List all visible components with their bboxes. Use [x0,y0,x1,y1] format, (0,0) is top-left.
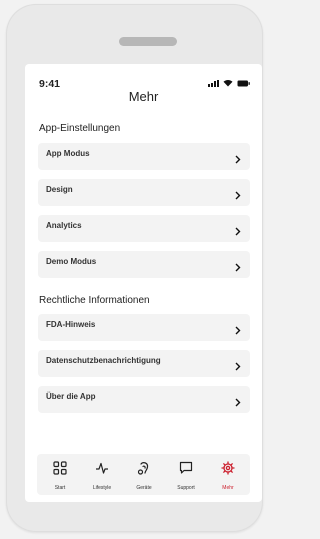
chevron-right-icon [235,151,241,169]
row-label: Datenschutzbenachrichtigung [46,356,161,365]
row-app-modus[interactable]: App Modus [38,143,250,170]
wifi-icon [223,79,233,87]
phone-speaker [119,37,177,46]
bottom-tab-bar: Start Lifestyle Geräte Support Mehr [37,454,250,495]
signal-icon [208,80,219,87]
tab-label: Lifestyle [92,485,112,491]
section-title-legal-info: Rechtliche Informationen [39,295,150,306]
row-ueber-die-app[interactable]: Über die App [38,386,250,413]
row-datenschutz[interactable]: Datenschutzbenachrichtigung [38,350,250,377]
hearing-aid-icon [137,462,149,475]
app-screen: 9:41 Mehr App-Einstellungen App Modus De… [25,64,262,502]
chat-icon [179,461,193,474]
status-icons [208,79,250,87]
chevron-right-icon [235,259,241,277]
status-bar: 9:41 [25,64,262,90]
tab-start[interactable]: Start [40,454,80,495]
activity-icon [96,462,108,474]
phone-frame: 9:41 Mehr App-Einstellungen App Modus De… [6,4,263,532]
page-title: Mehr [128,89,159,104]
row-design[interactable]: Design [38,179,250,206]
section-title-app-settings: App-Einstellungen [39,123,121,134]
chevron-right-icon [235,223,241,241]
row-label: Analytics [46,221,82,230]
row-demo-modus[interactable]: Demo Modus [38,251,250,278]
row-label: FDA-Hinweis [46,320,96,329]
tab-support[interactable]: Support [166,454,206,495]
chevron-right-icon [235,358,241,376]
gear-icon [221,461,235,475]
tab-label: Mehr [222,485,234,491]
tab-label: Geräte [136,485,152,491]
row-label: Über die App [46,392,96,401]
row-label: App Modus [46,149,90,158]
row-label: Demo Modus [46,257,97,266]
chevron-right-icon [235,322,241,340]
row-fda-hinweis[interactable]: FDA-Hinweis [38,314,250,341]
chevron-right-icon [235,394,241,412]
grid-icon [53,461,67,475]
tab-label: Start [54,485,66,491]
battery-icon [237,80,250,87]
row-analytics[interactable]: Analytics [38,215,250,242]
chevron-right-icon [235,187,241,205]
tab-label: Support [177,485,195,491]
tab-geraete[interactable]: Geräte [124,454,164,495]
tab-lifestyle[interactable]: Lifestyle [82,454,122,495]
tab-mehr[interactable]: Mehr [208,454,248,495]
row-label: Design [46,185,73,194]
